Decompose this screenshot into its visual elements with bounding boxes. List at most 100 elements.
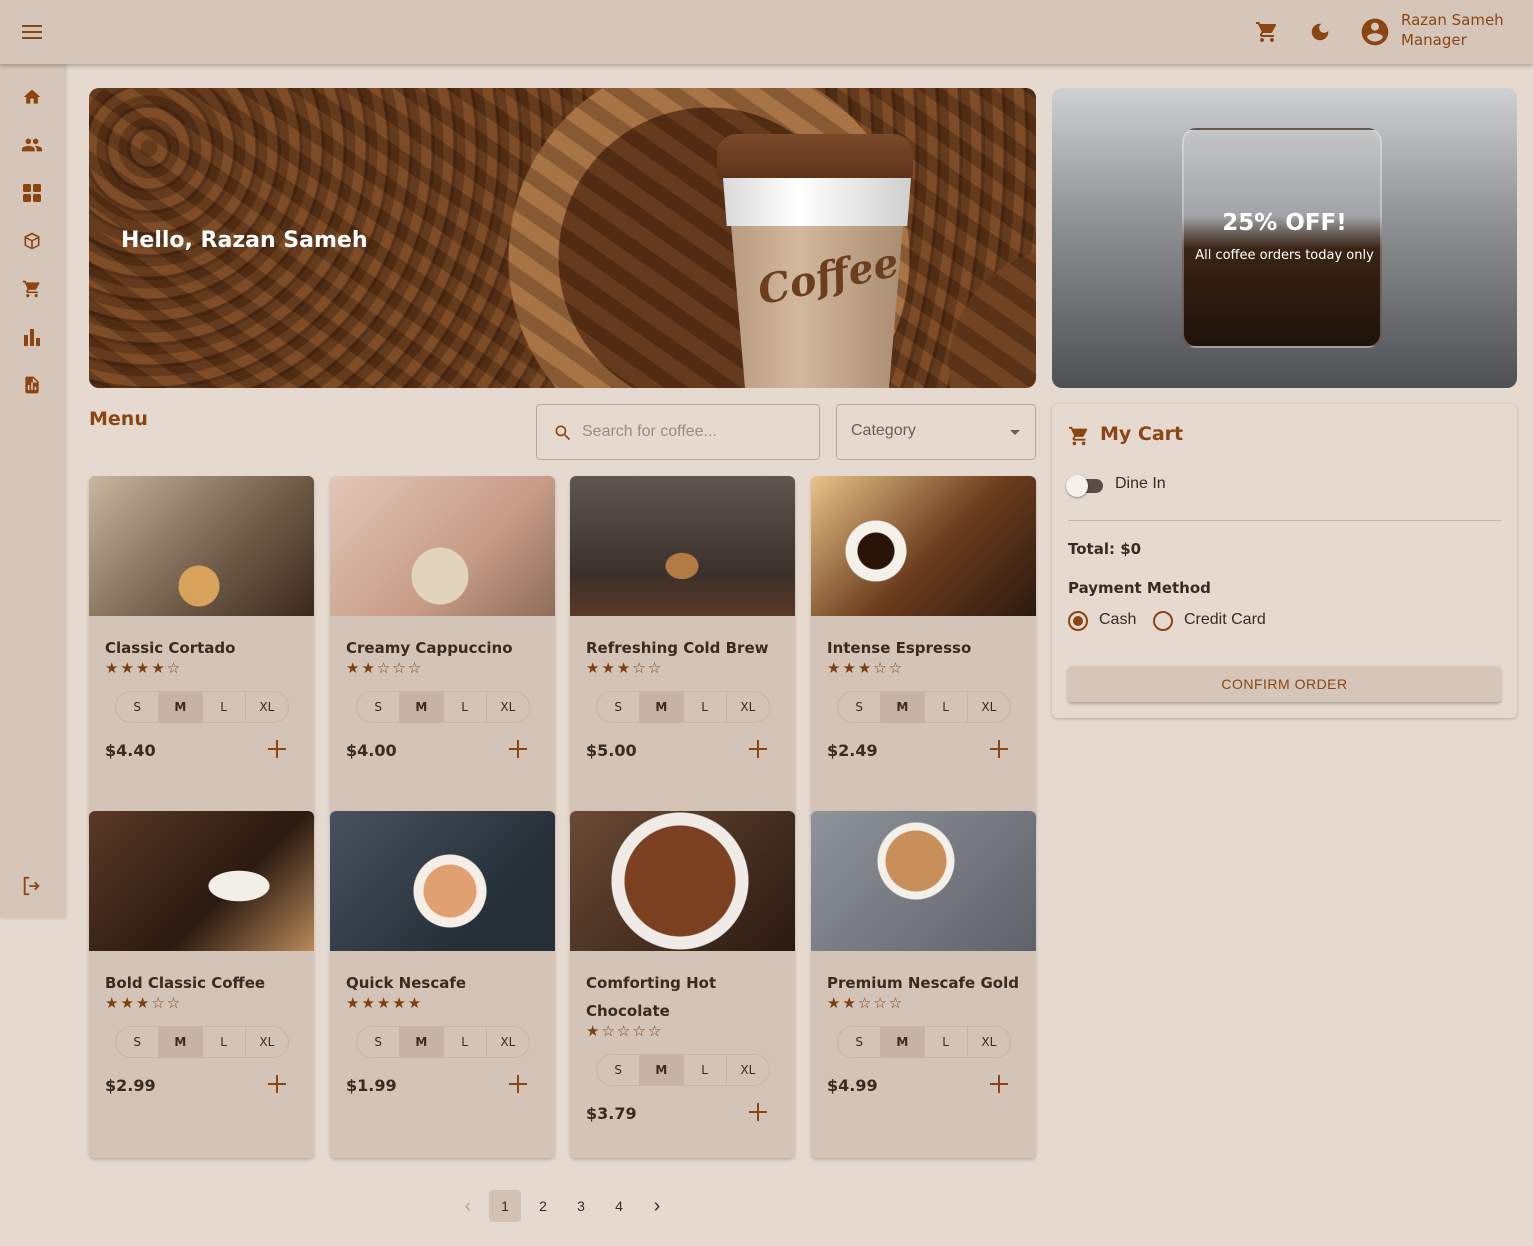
credit-card-label[interactable]: Credit Card xyxy=(1184,611,1266,629)
size-option-s[interactable]: S xyxy=(357,692,401,722)
size-option-m[interactable]: M xyxy=(159,692,203,722)
next-page-button[interactable]: › xyxy=(641,1190,673,1222)
add-to-cart-icon[interactable] xyxy=(506,739,530,763)
product-price: $2.49 xyxy=(827,741,878,760)
size-option-xl[interactable]: XL xyxy=(727,1055,769,1085)
dashboard-icon[interactable] xyxy=(20,181,44,205)
size-option-l[interactable]: L xyxy=(203,1027,246,1057)
size-option-s[interactable]: S xyxy=(357,1027,401,1057)
confirm-order-button[interactable]: CONFIRM ORDER xyxy=(1068,666,1501,702)
credit-card-radio[interactable] xyxy=(1153,611,1173,631)
product-image xyxy=(89,476,314,616)
add-to-cart-icon[interactable] xyxy=(506,1074,530,1098)
size-option-s[interactable]: S xyxy=(838,1027,882,1057)
page-4-button[interactable]: 4 xyxy=(603,1190,635,1222)
dark-mode-icon[interactable] xyxy=(1308,20,1332,44)
product-card[interactable]: Premium Nescafe Gold ★★☆☆☆ S M L XL $4.99 xyxy=(811,811,1036,1158)
product-card[interactable]: Classic Cortado ★★★★☆ S M L XL $4.40 xyxy=(89,476,314,823)
size-option-m[interactable]: M xyxy=(881,1027,925,1057)
size-option-m[interactable]: M xyxy=(881,692,925,722)
report-icon[interactable] xyxy=(20,373,44,397)
size-option-l[interactable]: L xyxy=(925,692,968,722)
size-option-xl[interactable]: XL xyxy=(968,692,1010,722)
product-card[interactable]: Intense Espresso ★★★☆☆ S M L XL $2.49 xyxy=(811,476,1036,823)
search-field[interactable] xyxy=(536,404,820,460)
product-price: $3.79 xyxy=(586,1104,637,1123)
size-option-s[interactable]: S xyxy=(116,1027,160,1057)
product-card[interactable]: Quick Nescafe ★★★★★ S M L XL $1.99 xyxy=(330,811,555,1158)
cart-icon xyxy=(1068,425,1090,447)
page-1-button[interactable]: 1 xyxy=(489,1190,521,1222)
logout-icon[interactable] xyxy=(20,874,44,898)
size-selector: S M L XL xyxy=(596,1054,770,1086)
size-option-xl[interactable]: XL xyxy=(487,692,529,722)
size-option-s[interactable]: S xyxy=(838,692,882,722)
product-card[interactable]: Comforting Hot Chocolate ★☆☆☆☆ S M L XL $3.79 xyxy=(570,811,795,1158)
rating-stars: ★★★☆☆ xyxy=(827,659,905,677)
cart-icon[interactable] xyxy=(1255,20,1279,44)
size-option-m[interactable]: M xyxy=(640,1055,684,1085)
account-icon[interactable] xyxy=(1359,16,1391,48)
product-card[interactable]: Bold Classic Coffee ★★★☆☆ S M L XL $2.99 xyxy=(89,811,314,1158)
rating-stars: ★★☆☆☆ xyxy=(346,659,424,677)
espresso-glass-image xyxy=(1182,128,1382,348)
size-selector: S M L XL xyxy=(837,691,1011,723)
cash-label[interactable]: Cash xyxy=(1099,611,1136,629)
add-to-cart-icon[interactable] xyxy=(987,1074,1011,1098)
cart-icon[interactable] xyxy=(20,277,44,301)
inventory-icon[interactable] xyxy=(20,229,44,253)
size-option-s[interactable]: S xyxy=(597,1055,641,1085)
size-option-xl[interactable]: XL xyxy=(246,1027,288,1057)
size-option-xl[interactable]: XL xyxy=(487,1027,529,1057)
add-to-cart-icon[interactable] xyxy=(987,739,1011,763)
product-price: $4.00 xyxy=(346,741,397,760)
rating-stars: ★★★☆☆ xyxy=(105,994,183,1012)
category-select[interactable]: Category xyxy=(836,404,1036,460)
size-option-xl[interactable]: XL xyxy=(968,1027,1010,1057)
prev-page-button[interactable]: ‹ xyxy=(452,1190,484,1222)
add-to-cart-icon[interactable] xyxy=(746,1102,770,1126)
size-option-l[interactable]: L xyxy=(444,692,487,722)
payment-method-label: Payment Method xyxy=(1068,579,1211,597)
bar-chart-icon[interactable] xyxy=(20,325,44,349)
product-card[interactable]: Creamy Cappuccino ★★☆☆☆ S M L XL $4.00 xyxy=(330,476,555,823)
home-icon[interactable] xyxy=(20,85,44,109)
people-icon[interactable] xyxy=(20,133,44,157)
rating-stars: ★★★☆☆ xyxy=(586,659,664,677)
size-option-xl[interactable]: XL xyxy=(727,692,769,722)
size-option-l[interactable]: L xyxy=(925,1027,968,1057)
size-option-m[interactable]: M xyxy=(640,692,684,722)
size-option-m[interactable]: M xyxy=(400,692,444,722)
cash-radio[interactable] xyxy=(1068,611,1088,631)
size-selector: S M L XL xyxy=(356,691,530,723)
dine-in-toggle-thumb[interactable] xyxy=(1066,475,1088,497)
size-option-s[interactable]: S xyxy=(597,692,641,722)
page-2-button[interactable]: 2 xyxy=(527,1190,559,1222)
sidebar xyxy=(0,64,65,918)
size-option-l[interactable]: L xyxy=(684,692,727,722)
add-to-cart-icon[interactable] xyxy=(265,739,289,763)
size-option-xl[interactable]: XL xyxy=(246,692,288,722)
size-option-s[interactable]: S xyxy=(116,692,160,722)
menu-icon[interactable] xyxy=(20,20,44,44)
size-option-m[interactable]: M xyxy=(159,1027,203,1057)
search-input[interactable] xyxy=(582,405,812,459)
product-name: Creamy Cappuccino xyxy=(346,639,513,657)
category-label: Category xyxy=(851,422,916,439)
product-image xyxy=(811,476,1036,616)
size-option-l[interactable]: L xyxy=(684,1055,727,1085)
size-option-m[interactable]: M xyxy=(400,1027,444,1057)
size-option-l[interactable]: L xyxy=(203,692,246,722)
add-to-cart-icon[interactable] xyxy=(746,739,770,763)
page-3-button[interactable]: 3 xyxy=(565,1190,597,1222)
cart-panel: My Cart Dine In Total: $0 Payment Method… xyxy=(1052,404,1517,718)
product-price: $4.40 xyxy=(105,741,156,760)
rating-stars: ★★☆☆☆ xyxy=(827,994,905,1012)
product-price: $5.00 xyxy=(586,741,637,760)
product-card[interactable]: Refreshing Cold Brew ★★★☆☆ S M L XL $5.00 xyxy=(570,476,795,823)
size-selector: S M L XL xyxy=(596,691,770,723)
add-to-cart-icon[interactable] xyxy=(265,1074,289,1098)
product-image xyxy=(570,811,795,951)
product-image xyxy=(330,811,555,951)
size-option-l[interactable]: L xyxy=(444,1027,487,1057)
